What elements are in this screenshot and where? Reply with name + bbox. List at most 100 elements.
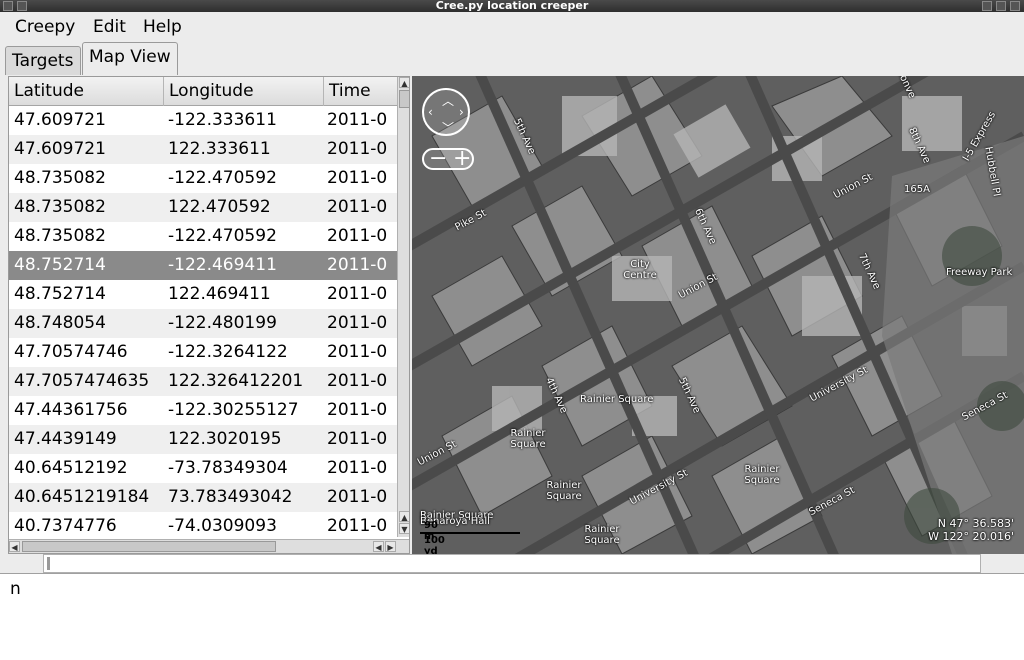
- time-cell: 2011-0: [327, 284, 388, 304]
- pan-right-icon[interactable]: ›: [459, 105, 464, 119]
- latitude-cell: 48.735082: [14, 168, 106, 188]
- table-row[interactable]: 40.6451219184 73.783493042 2011-0: [9, 483, 397, 512]
- tab-bar: Targets Map View: [0, 42, 1024, 75]
- longitude-cell: -122.470592: [168, 226, 277, 246]
- longitude-cell: 122.470592: [168, 197, 271, 217]
- menu-creepy[interactable]: Creepy: [15, 17, 75, 37]
- horizontal-scroll-thumb[interactable]: [22, 541, 276, 552]
- longitude-cell: -122.470592: [168, 168, 277, 188]
- scale-line: [420, 532, 520, 534]
- longitude-readout: W 122° 20.016': [928, 530, 1014, 543]
- longitude-cell: 122.333611: [168, 139, 271, 159]
- latitude-cell: 47.44361756: [14, 400, 128, 420]
- scroll-right-icon[interactable]: ▶: [385, 541, 396, 552]
- column-header-latitude[interactable]: Latitude: [9, 77, 164, 106]
- latitude-cell: 47.4439149: [14, 429, 117, 449]
- longitude-cell: -122.30255127: [168, 400, 299, 420]
- zoom-control: − +: [422, 146, 474, 171]
- scroll-up-icon[interactable]: ▲: [399, 77, 409, 88]
- table-row[interactable]: 47.4439149 122.3020195 2011-0: [9, 425, 397, 454]
- time-cell: 2011-0: [327, 197, 388, 217]
- table-header: Latitude Longitude Time: [9, 77, 397, 106]
- output-text-area[interactable]: n: [0, 573, 1024, 660]
- time-cell: 2011-0: [327, 110, 388, 130]
- table-row[interactable]: 48.752714 -122.469411 2011-0: [9, 251, 397, 280]
- column-header-time[interactable]: Time: [324, 77, 397, 106]
- zoom-out-icon[interactable]: −: [429, 146, 447, 171]
- longitude-cell: -73.78349304: [168, 458, 288, 478]
- latitude-cell: 47.609721: [14, 110, 106, 130]
- scroll-up-icon[interactable]: ▲: [399, 511, 409, 522]
- time-cell: 2011-0: [327, 487, 388, 507]
- zoom-in-icon[interactable]: +: [453, 146, 471, 171]
- window-title: Cree.py location creeper: [435, 0, 589, 12]
- longitude-cell: 122.469411: [168, 284, 271, 304]
- scale-yards: 100 yd: [424, 535, 445, 554]
- time-cell: 2011-0: [327, 342, 388, 362]
- table-row[interactable]: 48.752714 122.469411 2011-0: [9, 280, 397, 309]
- scroll-down-icon[interactable]: ▼: [399, 523, 409, 534]
- latitude-cell: 48.735082: [14, 197, 106, 217]
- table-row[interactable]: 40.7374776 -74.0309093 2011-0: [9, 512, 397, 537]
- pan-control[interactable]: ︿ ﹀ ‹ ›: [422, 88, 470, 136]
- longitude-cell: -74.0309093: [168, 516, 277, 536]
- table-row[interactable]: 47.609721 -122.333611 2011-0: [9, 106, 397, 135]
- table-row[interactable]: 48.748054 -122.480199 2011-0: [9, 309, 397, 338]
- latitude-readout: N 47° 36.583': [937, 517, 1014, 530]
- satellite-imagery: [412, 76, 1024, 554]
- vertical-scroll-thumb[interactable]: [399, 90, 409, 108]
- minimize-icon[interactable]: [982, 1, 992, 11]
- time-cell: 2011-0: [327, 255, 388, 275]
- maximize-icon[interactable]: [996, 1, 1006, 11]
- app-window: Cree.py location creeper Creepy Edit Hel…: [0, 0, 1024, 660]
- table-row[interactable]: 47.7057474635 122.326412201 2011-0: [9, 367, 397, 396]
- map-label-rainier-square: Rainier Square: [510, 428, 546, 450]
- tab-targets[interactable]: Targets: [5, 46, 81, 75]
- latitude-cell: 47.609721: [14, 139, 106, 159]
- time-cell: 2011-0: [327, 429, 388, 449]
- table-row[interactable]: 47.70574746 -122.3264122 2011-0: [9, 338, 397, 367]
- locations-table: Latitude Longitude Time 47.609721 -122.33…: [8, 76, 410, 554]
- latitude-cell: 47.70574746: [14, 342, 128, 362]
- map-view[interactable]: Pike St 5th Ave 6th Ave Union St Union S…: [412, 76, 1024, 554]
- column-header-longitude[interactable]: Longitude: [164, 77, 324, 106]
- table-row[interactable]: 48.735082 -122.470592 2011-0: [9, 164, 397, 193]
- table-row[interactable]: 40.64512192 -73.78349304 2011-0: [9, 454, 397, 483]
- table-row[interactable]: 47.609721 122.333611 2011-0: [9, 135, 397, 164]
- menu-help[interactable]: Help: [143, 17, 182, 37]
- latitude-cell: 40.7374776: [14, 516, 117, 536]
- map-label-rainier-square: Rainier Square: [744, 464, 780, 486]
- latitude-cell: 40.64512192: [14, 458, 128, 478]
- latitude-cell: 48.735082: [14, 226, 106, 246]
- time-cell: 2011-0: [327, 400, 388, 420]
- table-row[interactable]: 47.44361756 -122.30255127 2011-0: [9, 396, 397, 425]
- map-label-freeway-park: Freeway Park: [946, 267, 1013, 278]
- menu-bar: Creepy Edit Help: [0, 12, 1024, 42]
- time-cell: 2011-0: [327, 168, 388, 188]
- longitude-cell: -122.480199: [168, 313, 277, 333]
- latitude-cell: 48.752714: [14, 284, 106, 304]
- table-row[interactable]: 48.735082 -122.470592 2011-0: [9, 222, 397, 251]
- latitude-cell: 48.748054: [14, 313, 106, 333]
- map-label-rainier-square: Rainier Square: [580, 394, 654, 405]
- scroll-left-icon[interactable]: ◀: [9, 541, 20, 552]
- vertical-scrollbar[interactable]: ▲ ▲ ▼: [397, 77, 409, 537]
- time-cell: 2011-0: [327, 313, 388, 333]
- title-bar: Cree.py location creeper: [0, 0, 1024, 12]
- time-cell: 2011-0: [327, 516, 388, 536]
- table-row[interactable]: 48.735082 122.470592 2011-0: [9, 193, 397, 222]
- tab-map-view[interactable]: Map View: [82, 42, 178, 75]
- pan-left-icon[interactable]: ‹: [428, 105, 433, 119]
- latitude-cell: 48.752714: [14, 255, 106, 275]
- pane-splitter[interactable]: [43, 554, 981, 573]
- longitude-cell: 122.326412201: [168, 371, 304, 391]
- pan-up-icon[interactable]: ︿: [442, 92, 454, 109]
- time-cell: 2011-0: [327, 139, 388, 159]
- pan-down-icon[interactable]: ﹀: [442, 119, 454, 136]
- close-icon[interactable]: [1010, 1, 1020, 11]
- splitter-handle[interactable]: [47, 557, 50, 570]
- time-cell: 2011-0: [327, 371, 388, 391]
- horizontal-scrollbar[interactable]: ◀ ◀ ▶: [9, 539, 409, 553]
- scroll-left-icon[interactable]: ◀: [373, 541, 384, 552]
- menu-edit[interactable]: Edit: [93, 17, 126, 37]
